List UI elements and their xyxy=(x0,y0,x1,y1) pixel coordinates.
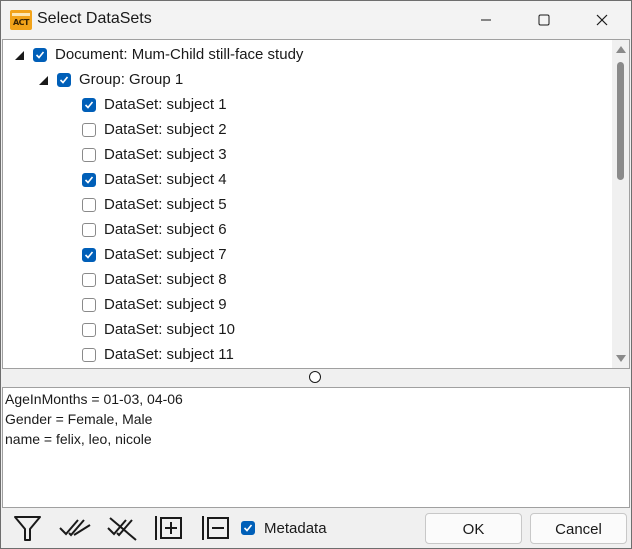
dataset-checkbox[interactable] xyxy=(82,248,96,262)
document-checkbox[interactable] xyxy=(33,48,47,62)
filter-button[interactable] xyxy=(11,512,45,544)
dataset-checkbox[interactable] xyxy=(82,173,96,187)
document-label: Document: Mum-Child still-face study xyxy=(55,46,304,63)
window-title: Select DataSets xyxy=(37,10,152,27)
tree-node-dataset[interactable]: DataSet: subject 7 xyxy=(3,242,613,267)
select-datasets-dialog: ACT Select DataSets Document: Mum-Child … xyxy=(0,0,632,549)
dataset-checkbox[interactable] xyxy=(82,298,96,312)
dataset-label: DataSet: subject 1 xyxy=(104,96,227,113)
dataset-label: DataSet: subject 2 xyxy=(104,121,227,138)
expanded-triangle-icon[interactable] xyxy=(13,49,25,61)
pane-splitter[interactable] xyxy=(1,369,631,387)
checkmark-icon xyxy=(84,176,94,184)
group-label: Group: Group 1 xyxy=(79,71,184,88)
dataset-label: DataSet: subject 10 xyxy=(104,321,235,338)
splitter-grip-icon[interactable] xyxy=(309,371,321,383)
dataset-label: DataSet: subject 6 xyxy=(104,221,227,238)
metadata-line: AgeInMonths = 01-03, 04-06 xyxy=(5,391,183,407)
metadata-line: name = felix, leo, nicole xyxy=(5,431,152,447)
tree-node-dataset[interactable]: DataSet: subject 2 xyxy=(3,117,613,142)
expand-all-button[interactable] xyxy=(153,512,187,544)
tree-node-dataset[interactable]: DataSet: subject 6 xyxy=(3,217,613,242)
metadata-pane: AgeInMonths = 01-03, 04-06 Gender = Fema… xyxy=(2,387,630,508)
checkmark-icon xyxy=(35,51,45,59)
check-all-button[interactable] xyxy=(58,512,92,544)
dataset-label: DataSet: subject 11 xyxy=(104,346,234,363)
uncheck-all-icon xyxy=(107,517,137,541)
checkmark-icon xyxy=(243,524,253,532)
group-checkbox[interactable] xyxy=(57,73,71,87)
checkmark-icon xyxy=(84,101,94,109)
dataset-checkbox[interactable] xyxy=(82,323,96,337)
tree-node-document[interactable]: Document: Mum-Child still-face study xyxy=(3,42,613,67)
tree-node-dataset[interactable]: DataSet: subject 4 xyxy=(3,167,613,192)
metadata-checkbox[interactable] xyxy=(241,521,255,535)
title-bar[interactable]: ACT Select DataSets xyxy=(1,1,631,39)
dataset-checkbox[interactable] xyxy=(82,273,96,287)
metadata-line: Gender = Female, Male xyxy=(5,411,153,427)
uncheck-all-button[interactable] xyxy=(106,512,140,544)
scrollbar-thumb[interactable] xyxy=(617,62,624,180)
maximize-button[interactable] xyxy=(515,1,573,39)
dataset-label: DataSet: subject 9 xyxy=(104,296,227,313)
tree-node-dataset[interactable]: DataSet: subject 3 xyxy=(3,142,613,167)
scroll-up-icon[interactable] xyxy=(616,46,626,53)
expand-all-icon xyxy=(155,516,182,540)
tree-node-dataset[interactable]: DataSet: subject 1 xyxy=(3,92,613,117)
minimize-button[interactable] xyxy=(457,1,515,39)
expanded-triangle-icon[interactable] xyxy=(37,74,49,86)
check-all-icon xyxy=(59,519,91,537)
bottom-toolbar: Metadata OK Cancel xyxy=(1,508,631,548)
dataset-checkbox[interactable] xyxy=(82,198,96,212)
tree-node-dataset[interactable]: DataSet: subject 5 xyxy=(3,192,613,217)
tree-node-dataset[interactable]: DataSet: subject 11 xyxy=(3,342,613,367)
tree-node-dataset[interactable]: DataSet: subject 10 xyxy=(3,317,613,342)
app-logo-icon: ACT xyxy=(10,10,32,30)
app-logo-text: ACT xyxy=(12,18,30,27)
filter-icon xyxy=(14,516,41,541)
close-icon xyxy=(596,14,608,26)
tree-node-dataset[interactable]: DataSet: subject 8 xyxy=(3,267,613,292)
scroll-down-icon[interactable] xyxy=(616,355,626,362)
dataset-label: DataSet: subject 7 xyxy=(104,246,227,263)
dataset-label: DataSet: subject 3 xyxy=(104,146,227,163)
checkmark-icon xyxy=(59,76,69,84)
dataset-label: DataSet: subject 8 xyxy=(104,271,227,288)
dataset-label: DataSet: subject 4 xyxy=(104,171,227,188)
dataset-checkbox[interactable] xyxy=(82,123,96,137)
maximize-icon xyxy=(538,14,550,26)
ok-button[interactable]: OK xyxy=(425,513,522,544)
tree-node-dataset[interactable]: DataSet: subject 9 xyxy=(3,292,613,317)
collapse-all-icon xyxy=(202,516,229,540)
cancel-button[interactable]: Cancel xyxy=(530,513,627,544)
dataset-checkbox[interactable] xyxy=(82,223,96,237)
tree-node-group[interactable]: Group: Group 1 xyxy=(3,67,613,92)
dataset-label: DataSet: subject 5 xyxy=(104,196,227,213)
checkmark-icon xyxy=(84,251,94,259)
close-button[interactable] xyxy=(573,1,631,39)
dataset-checkbox[interactable] xyxy=(82,148,96,162)
collapse-all-button[interactable] xyxy=(200,512,234,544)
minimize-icon xyxy=(481,19,491,21)
dataset-checkbox[interactable] xyxy=(82,348,96,362)
vertical-scrollbar[interactable] xyxy=(612,40,629,368)
dataset-checkbox[interactable] xyxy=(82,98,96,112)
metadata-checkbox-label[interactable]: Metadata xyxy=(264,520,327,537)
dataset-tree[interactable]: Document: Mum-Child still-face study Gro… xyxy=(2,39,630,369)
